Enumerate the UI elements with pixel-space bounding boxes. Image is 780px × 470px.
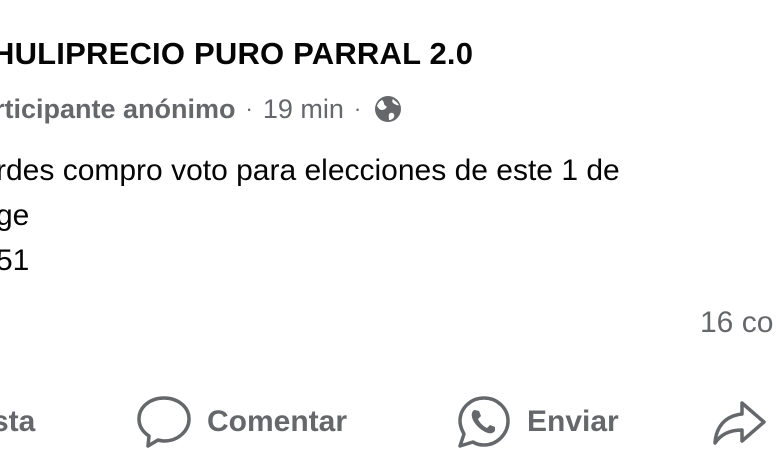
react-button[interactable]: sta — [0, 392, 35, 452]
whatsapp-icon — [455, 393, 513, 451]
author-name[interactable]: rticipante anónimo — [0, 94, 236, 125]
group-name[interactable]: HULIPRECIO PURO PARRAL 2.0 — [0, 36, 473, 72]
post-text-line: 51 — [0, 244, 30, 277]
post-time[interactable]: 19 min — [263, 94, 344, 125]
send-button[interactable]: Enviar — [455, 392, 619, 452]
share-button[interactable] — [710, 392, 780, 452]
share-arrow-icon — [710, 393, 768, 451]
comments-count[interactable]: 16 co — [700, 306, 773, 340]
meta-separator: · — [353, 96, 362, 121]
comment-label: Comentar — [207, 405, 348, 438]
comment-bubble-icon — [135, 393, 193, 451]
post-text-line: rdes compro voto para elecciones de este… — [0, 154, 620, 187]
globe-icon[interactable] — [373, 94, 403, 124]
post-meta: rticipante anónimo · 19 min · — [0, 92, 403, 126]
post-text-line: ge — [0, 199, 30, 232]
comment-button[interactable]: Comentar — [135, 392, 347, 452]
meta-separator: · — [245, 96, 253, 121]
react-label: sta — [0, 405, 36, 438]
send-label: Enviar — [527, 405, 619, 438]
